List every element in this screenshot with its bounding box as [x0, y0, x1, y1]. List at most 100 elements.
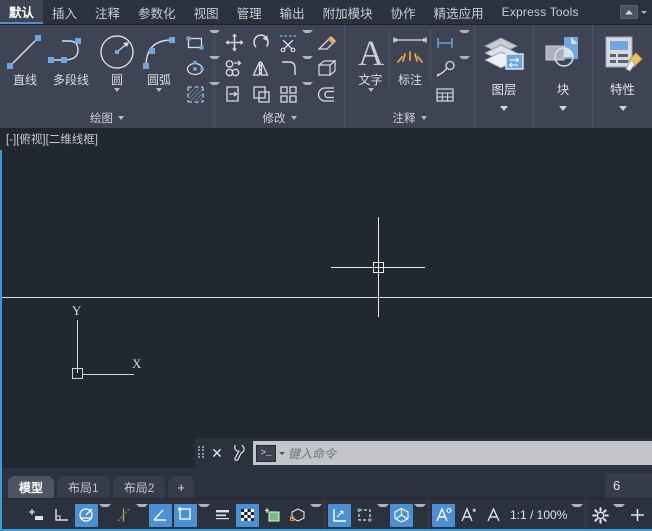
- ribbon-tab-view[interactable]: 视图: [185, 0, 228, 24]
- ribbon-tab-addins[interactable]: 附加模块: [314, 0, 382, 24]
- dynamic-ucs-dropdown-icon[interactable]: [198, 503, 210, 527]
- command-input[interactable]: 键入命令: [288, 445, 336, 462]
- add-layout-button[interactable]: +: [168, 476, 194, 498]
- selection-filter-icon[interactable]: [353, 504, 376, 527]
- draw-panel-expand-icon[interactable]: [118, 116, 124, 120]
- draw-panel-label[interactable]: 绘图: [0, 108, 214, 128]
- tool-leader[interactable]: [432, 56, 458, 81]
- fullscreen-icon[interactable]: [626, 504, 649, 527]
- annotation-scale-value[interactable]: 1:1 / 100%: [506, 508, 571, 522]
- tool-stretch[interactable]: [221, 82, 247, 107]
- ortho-mode-icon[interactable]: [50, 504, 73, 527]
- tool-hatch[interactable]: [182, 82, 208, 107]
- tool-trim-dropdown-icon[interactable]: [302, 30, 313, 55]
- tool-properties[interactable]: 特性: [597, 27, 649, 98]
- tool-text-dropdown-icon[interactable]: [367, 88, 374, 92]
- tool-copy[interactable]: [221, 56, 247, 81]
- tool-dimension[interactable]: 标注: [389, 29, 431, 87]
- lineweight-icon[interactable]: [211, 504, 234, 527]
- ribbon-tab-express-tools[interactable]: Express Tools: [493, 0, 588, 24]
- layout-tab-layout2[interactable]: 布局2: [112, 476, 166, 498]
- 3d-object-snap-icon[interactable]: [286, 504, 309, 527]
- tool-layer[interactable]: 图层: [478, 27, 530, 98]
- polar-tracking-icon[interactable]: [75, 503, 98, 527]
- polar-tracking-dropdown-icon[interactable]: [99, 503, 111, 527]
- gizmo-icon[interactable]: [390, 503, 413, 527]
- gear-icon[interactable]: [589, 504, 612, 527]
- settings-dropdown-icon[interactable]: [613, 503, 626, 527]
- gizmo-dropdown-icon[interactable]: [414, 503, 426, 527]
- tool-array-dropdown-icon[interactable]: [302, 82, 313, 107]
- tool-fillet[interactable]: [275, 56, 301, 81]
- layer-panel-expand-icon[interactable]: [500, 105, 508, 111]
- tool-trim[interactable]: [275, 30, 301, 55]
- tool-arc-dropdown-icon[interactable]: [156, 88, 162, 92]
- tool-linear-dimension[interactable]: [432, 30, 458, 55]
- properties-panel-label[interactable]: [593, 98, 652, 118]
- tool-rotate[interactable]: [248, 30, 274, 55]
- command-input-wrapper[interactable]: >_ 键入命令: [253, 441, 652, 465]
- viewport-config-label[interactable]: [-][俯视][二维线框]: [6, 131, 98, 147]
- tool-rectangle[interactable]: [182, 30, 208, 55]
- tool-circle-dropdown-icon[interactable]: [114, 88, 120, 92]
- ribbon-tab-insert[interactable]: 插入: [43, 0, 86, 24]
- layer-panel-label[interactable]: [475, 98, 533, 118]
- close-icon[interactable]: ✕: [209, 443, 225, 463]
- ribbon-tab-parametric[interactable]: 参数化: [129, 0, 185, 24]
- object-snap-tracking-icon[interactable]: [149, 503, 172, 527]
- tool-move[interactable]: [221, 30, 247, 55]
- block-panel-label[interactable]: [534, 98, 592, 118]
- layout-tab-model[interactable]: 模型: [8, 476, 55, 498]
- object-snap-icon[interactable]: [112, 504, 135, 527]
- command-line-grip[interactable]: [198, 445, 205, 461]
- dynamic-input-icon[interactable]: [328, 503, 351, 527]
- modify-panel-expand-icon[interactable]: [290, 116, 297, 120]
- selection-cycling-icon[interactable]: [261, 504, 284, 527]
- tool-text[interactable]: A 文字: [352, 29, 389, 92]
- annotation-scale-dropdown-icon[interactable]: [571, 503, 584, 527]
- tool-leader-dropdown-icon[interactable]: [459, 56, 470, 81]
- annotation-visibility-icon[interactable]: [432, 503, 455, 527]
- 3d-object-snap-dropdown-icon[interactable]: [310, 503, 322, 527]
- object-snap-dropdown-icon[interactable]: [136, 503, 148, 527]
- command-history-dropdown-icon[interactable]: [279, 451, 285, 455]
- annotate-panel-label[interactable]: 注释: [345, 108, 474, 128]
- ribbon-tab-home[interactable]: 默认: [0, 0, 44, 24]
- tool-table[interactable]: [432, 82, 458, 107]
- ribbon-tab-output[interactable]: 输出: [271, 0, 314, 24]
- layout-tab-layout1[interactable]: 布局1: [57, 476, 110, 498]
- ribbon-tab-collaborate[interactable]: 协作: [382, 0, 425, 24]
- ribbon-tab-manage[interactable]: 管理: [228, 0, 271, 24]
- tool-erase[interactable]: [314, 30, 340, 55]
- autoscale-icon[interactable]: [457, 504, 480, 527]
- ribbon-minimize-group[interactable]: [618, 0, 652, 24]
- dynamic-ucs-icon[interactable]: [174, 503, 197, 527]
- tool-offset[interactable]: [314, 82, 340, 107]
- tool-ellipse[interactable]: [182, 56, 208, 81]
- modify-panel-label[interactable]: 修改: [215, 108, 344, 128]
- tool-block[interactable]: 块: [537, 27, 589, 98]
- ribbon-tab-annotate[interactable]: 注释: [86, 0, 129, 24]
- tool-fillet-dropdown-icon[interactable]: [302, 56, 313, 81]
- command-prompt-icon[interactable]: >_: [256, 444, 276, 462]
- tool-arc[interactable]: 圆弧: [138, 29, 180, 92]
- tool-polyline[interactable]: 多段线: [46, 29, 96, 87]
- chevron-down-icon[interactable]: [641, 10, 647, 14]
- layout-bar-right-overflow[interactable]: 6: [605, 473, 652, 498]
- tool-scale[interactable]: [248, 82, 274, 107]
- tool-circle[interactable]: 圆: [96, 29, 138, 92]
- block-panel-expand-icon[interactable]: [559, 105, 567, 111]
- ribbon-tab-featured-apps[interactable]: 精选应用: [425, 0, 493, 24]
- tool-linear-dimension-dropdown-icon[interactable]: [459, 30, 470, 55]
- tool-mirror[interactable]: [248, 56, 274, 81]
- transparency-icon[interactable]: [236, 503, 259, 527]
- properties-panel-expand-icon[interactable]: [618, 105, 627, 111]
- annotation-scale-icon[interactable]: [482, 504, 505, 527]
- coordinates-icon[interactable]: [25, 504, 48, 527]
- tool-line[interactable]: 直线: [4, 29, 46, 87]
- tool-explode[interactable]: [314, 56, 340, 81]
- annotate-panel-expand-icon[interactable]: [420, 116, 427, 120]
- tool-array[interactable]: [275, 82, 301, 107]
- wrench-icon[interactable]: [229, 443, 249, 463]
- minimize-ribbon-icon[interactable]: [620, 5, 638, 19]
